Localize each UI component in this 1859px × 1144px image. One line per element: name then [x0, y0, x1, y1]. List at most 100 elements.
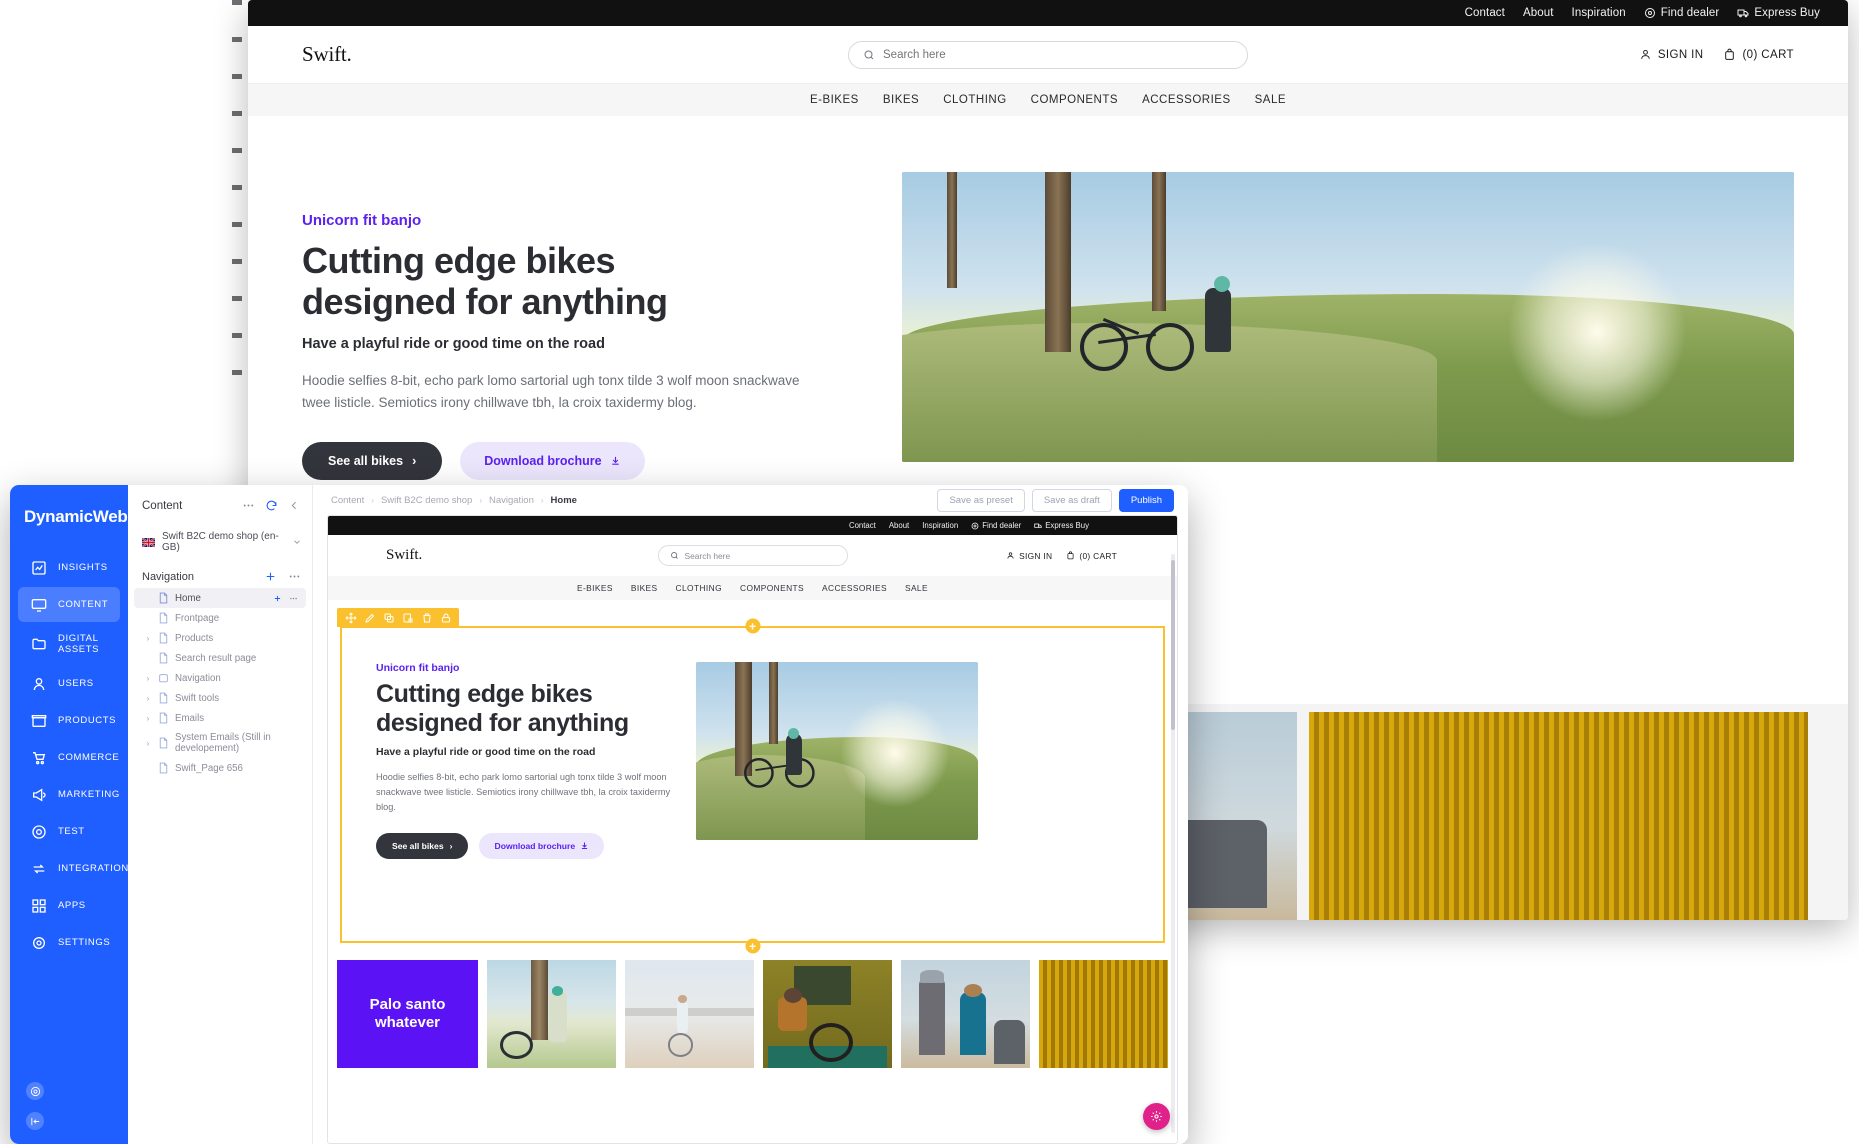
- utility-link-inspiration[interactable]: Inspiration: [1572, 7, 1626, 19]
- tile-palo-santo[interactable]: Palo santo whatever: [337, 960, 478, 1068]
- tree-more-icon[interactable]: [289, 594, 298, 603]
- save-as-draft-button[interactable]: Save as draft: [1031, 488, 1112, 512]
- cart-button[interactable]: (0) CART: [1723, 48, 1794, 61]
- preview-sign-in-button[interactable]: SIGN IN: [1006, 551, 1052, 561]
- save-as-preset-button[interactable]: Save as preset: [937, 488, 1025, 512]
- help-globe-icon[interactable]: [26, 1082, 44, 1100]
- utility-link-about[interactable]: About: [1523, 7, 1554, 19]
- page-icon: [158, 762, 169, 774]
- preview-scrollbar-thumb[interactable]: [1171, 560, 1175, 730]
- preview-link-find-dealer[interactable]: Find dealer: [971, 521, 1021, 530]
- tree-expander-icon[interactable]: ›: [144, 694, 152, 703]
- shop-selector[interactable]: Swift B2C demo shop (en-GB): [142, 531, 302, 553]
- tile-bike-leaning-tree[interactable]: [487, 960, 616, 1068]
- nav-item-clothing[interactable]: CLOTHING: [943, 94, 1006, 106]
- tree-item-emails[interactable]: › Emails: [134, 708, 306, 728]
- preview-link-about[interactable]: About: [889, 521, 909, 530]
- tree-item-home[interactable]: Home: [134, 588, 306, 608]
- lock-icon[interactable]: [436, 608, 455, 627]
- more-options-icon[interactable]: [241, 498, 256, 513]
- sidebar-item-digital-assets[interactable]: DIGITAL ASSETS: [18, 624, 120, 664]
- preview-link-inspiration[interactable]: Inspiration: [922, 521, 958, 530]
- preview-header: Swift. Search here SIGN IN (0) CART: [328, 535, 1177, 576]
- collapse-sidebar-icon[interactable]: [26, 1112, 44, 1130]
- utility-link-contact[interactable]: Contact: [1465, 7, 1505, 19]
- preview-search[interactable]: Search here: [657, 545, 848, 566]
- tree-expander-icon[interactable]: ›: [144, 714, 152, 723]
- add-row-below-button[interactable]: +: [745, 938, 760, 954]
- sidebar-item-products[interactable]: PRODUCTS: [18, 703, 120, 738]
- preview-nav-sale[interactable]: SALE: [905, 583, 928, 593]
- copy-icon[interactable]: [379, 608, 398, 627]
- add-row-above-button[interactable]: +: [745, 618, 760, 634]
- sidebar-item-settings[interactable]: SETTINGS: [18, 925, 120, 960]
- preview-download-brochure-button[interactable]: Download brochure: [479, 832, 605, 859]
- sidebar-item-apps[interactable]: APPS: [18, 888, 120, 923]
- nav-item-accessories[interactable]: ACCESSORIES: [1142, 94, 1231, 106]
- search-input[interactable]: [883, 48, 1233, 61]
- sidebar-item-integration[interactable]: INTEGRATION: [18, 851, 128, 886]
- add-page-icon[interactable]: [263, 569, 278, 584]
- sidebar-item-test[interactable]: TEST: [18, 814, 120, 849]
- paste-icon[interactable]: [398, 608, 417, 627]
- preview-nav-bikes[interactable]: BIKES: [631, 583, 658, 593]
- tree-item-system-emails[interactable]: › System Emails (Still in developement): [134, 728, 306, 758]
- tree-expander-icon[interactable]: ›: [144, 674, 152, 683]
- tree-item-search-result-page[interactable]: Search result page: [134, 648, 306, 668]
- preview-nav-e-bikes[interactable]: E-BIKES: [577, 583, 613, 593]
- collapse-panel-icon[interactable]: [287, 498, 302, 513]
- download-brochure-button[interactable]: Download brochure: [460, 441, 645, 480]
- storefront-search[interactable]: [848, 40, 1248, 69]
- delete-icon[interactable]: [417, 608, 436, 627]
- tile-friends-cheers[interactable]: [901, 960, 1030, 1068]
- utility-link-express-buy[interactable]: Express Buy: [1737, 7, 1820, 19]
- nav-item-e-bikes[interactable]: E-BIKES: [810, 94, 859, 106]
- sidebar-item-users[interactable]: USERS: [18, 666, 120, 701]
- publish-button[interactable]: Publish: [1118, 488, 1174, 512]
- preview-link-contact[interactable]: Contact: [849, 521, 876, 530]
- tree-item-swift-tools[interactable]: › Swift tools: [134, 688, 306, 708]
- breadcrumb-item-shop[interactable]: Swift B2C demo shop: [381, 495, 472, 506]
- tile-gold-stripes[interactable]: [1039, 960, 1168, 1068]
- selected-editable-region[interactable]: Unicorn fit banjo Cutting edge bikes des…: [340, 626, 1165, 943]
- utility-link-find-dealer[interactable]: Find dealer: [1644, 7, 1720, 19]
- sidebar-label-users: USERS: [58, 678, 94, 689]
- storefront-logo[interactable]: Swift.: [302, 42, 352, 67]
- sidebar-item-content[interactable]: CONTENT: [18, 587, 120, 622]
- tree-item-navigation[interactable]: › Navigation: [134, 668, 306, 688]
- sidebar-item-commerce[interactable]: COMMERCE: [18, 740, 120, 775]
- preview-nav-components[interactable]: COMPONENTS: [740, 583, 804, 593]
- preview-cart-button[interactable]: (0) CART: [1066, 551, 1117, 561]
- tree-item-products[interactable]: › Products: [134, 628, 306, 648]
- preview-see-all-bikes-button[interactable]: See all bikes ›: [376, 832, 469, 859]
- tree-item-frontpage[interactable]: Frontpage: [134, 608, 306, 628]
- navigation-more-icon[interactable]: [287, 569, 302, 584]
- sidebar-item-marketing[interactable]: MARKETING: [18, 777, 120, 812]
- breadcrumb-item-content[interactable]: Content: [331, 495, 364, 506]
- tile-cyclist-desert[interactable]: [625, 960, 754, 1068]
- preview-hero: Unicorn fit banjo Cutting edge bikes des…: [342, 628, 1163, 859]
- refresh-icon[interactable]: [264, 498, 279, 513]
- edit-pencil-icon[interactable]: [360, 608, 379, 627]
- nav-item-bikes[interactable]: BIKES: [883, 94, 919, 106]
- preview-nav-clothing[interactable]: CLOTHING: [676, 583, 722, 593]
- see-all-bikes-button[interactable]: See all bikes ›: [302, 441, 443, 480]
- sidebar-label-apps: APPS: [58, 900, 86, 911]
- tile-man-bike-yellow-wall[interactable]: [763, 960, 892, 1068]
- download-icon: [610, 455, 621, 466]
- tree-add-icon[interactable]: [273, 594, 282, 603]
- breadcrumb-item-navigation[interactable]: Navigation: [489, 495, 534, 506]
- tree-item-swift-page-656[interactable]: Swift_Page 656: [134, 758, 306, 778]
- preview-link-express-buy[interactable]: Express Buy: [1034, 521, 1089, 530]
- nav-item-sale[interactable]: SALE: [1255, 94, 1286, 106]
- sidebar-item-insights[interactable]: INSIGHTS: [18, 550, 120, 585]
- move-icon[interactable]: [341, 608, 360, 627]
- nav-item-components[interactable]: COMPONENTS: [1031, 94, 1118, 106]
- settings-fab-button[interactable]: [1143, 1103, 1170, 1130]
- tree-expander-icon[interactable]: ›: [144, 739, 152, 748]
- tree-label-navigation: Navigation: [175, 672, 221, 684]
- tree-expander-icon[interactable]: ›: [144, 634, 152, 643]
- preview-nav-accessories[interactable]: ACCESSORIES: [822, 583, 887, 593]
- sign-in-button[interactable]: SIGN IN: [1639, 48, 1704, 61]
- preview-logo[interactable]: Swift.: [386, 547, 422, 564]
